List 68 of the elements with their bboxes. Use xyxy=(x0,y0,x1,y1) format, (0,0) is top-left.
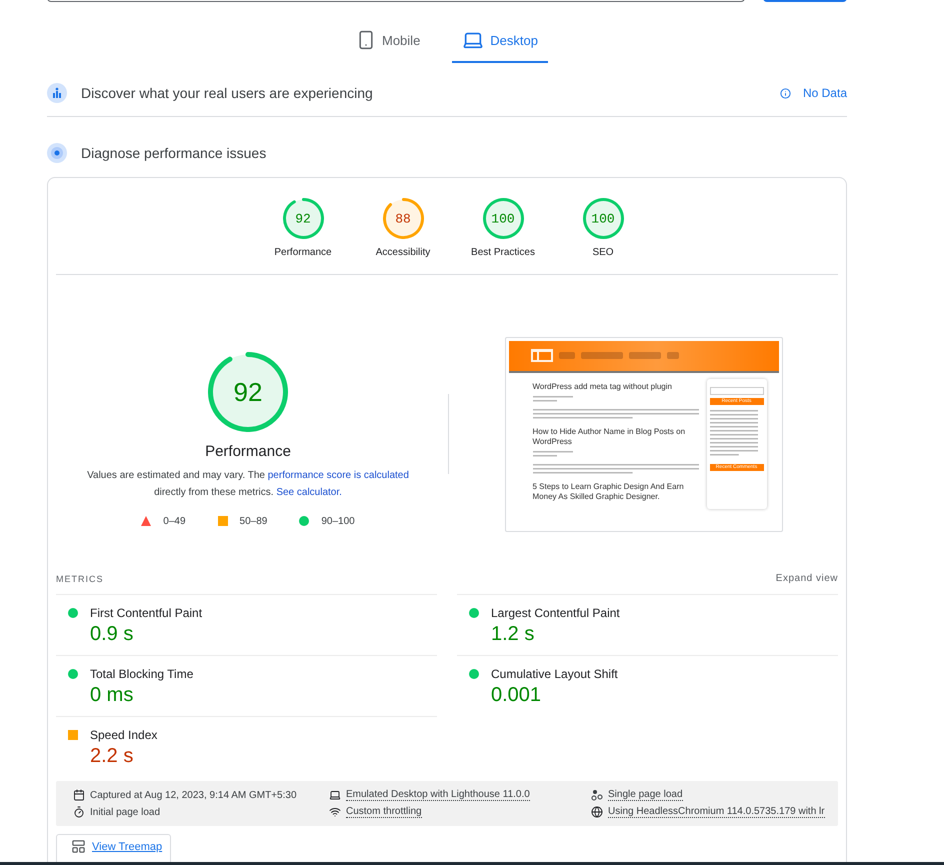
score-gauge xyxy=(482,198,524,239)
treemap-icon xyxy=(71,839,86,854)
metric-name: Speed Index xyxy=(90,728,158,742)
performance-title: Performance xyxy=(205,442,291,460)
metric-value: 0.001 xyxy=(491,684,542,707)
expand-view-button[interactable]: Expand view xyxy=(776,573,838,584)
score-number: 88 xyxy=(395,212,411,225)
runtime-text[interactable]: Single page load xyxy=(608,789,683,801)
metrics-heading: METRICS xyxy=(56,574,104,584)
timer-icon xyxy=(73,806,85,818)
users-chart-icon xyxy=(47,83,67,103)
score-number: 100 xyxy=(491,212,515,225)
category-label: Accessibility xyxy=(376,247,430,258)
score-calculation-link[interactable]: performance score is calculated xyxy=(268,470,409,480)
section-title: Discover what your real users are experiencing xyxy=(81,85,374,101)
calendar-icon xyxy=(73,789,85,801)
category-label: Best Practices xyxy=(471,247,535,258)
legend-range: 90–100 xyxy=(321,516,355,526)
dots-icon xyxy=(591,789,603,801)
circle-indicator-icon xyxy=(469,608,479,618)
section-title: Diagnose performance issues xyxy=(81,145,268,161)
score-number: 92 xyxy=(234,378,262,404)
triangle-indicator-icon xyxy=(141,516,152,526)
text-lines-drawing xyxy=(710,410,758,458)
score-note: Values are estimated and may vary. The performance score is calculated directly from these metrics. See calculator. xyxy=(86,468,410,500)
legend-range: 50–89 xyxy=(240,516,268,526)
logo-icon xyxy=(530,349,552,362)
calculator-link[interactable]: See calculator. xyxy=(276,486,342,498)
metric-name: Total Blocking Time xyxy=(90,667,194,681)
runtime-text[interactable]: Custom throttling xyxy=(346,806,422,818)
score-number: 100 xyxy=(591,212,615,225)
square-indicator-icon xyxy=(68,730,78,740)
laptop-icon xyxy=(329,789,341,801)
score-number: 92 xyxy=(295,212,311,225)
score-gauge xyxy=(282,198,324,239)
info-icon xyxy=(780,88,791,98)
metric-name: Largest Contentful Paint xyxy=(491,606,621,620)
score-gauge xyxy=(582,198,624,239)
globe-icon xyxy=(591,806,603,818)
view-treemap-button[interactable]: View Treemap xyxy=(56,834,172,865)
square-indicator-icon xyxy=(218,516,228,526)
radar-icon xyxy=(47,143,67,163)
metric-value: 2.2 s xyxy=(90,745,134,768)
circle-indicator-icon xyxy=(469,669,479,679)
metric-name: Cumulative Layout Shift xyxy=(491,667,619,681)
score-gauge xyxy=(382,198,424,239)
circle-indicator-icon xyxy=(299,516,310,526)
post-title: 5 Steps to Learn Graphic Design And Earn Money As Skilled Graphic Designer. xyxy=(532,482,685,502)
legend-range: 0–49 xyxy=(163,516,186,526)
circle-indicator-icon xyxy=(68,608,78,618)
runtime-text[interactable]: Using HeadlessChromium 114.0.5735.179 with lr xyxy=(608,806,825,818)
device-tab[interactable]: Desktop xyxy=(452,26,548,63)
text-lines-drawing xyxy=(532,396,572,404)
metric-value: 1.2 s xyxy=(491,623,536,646)
runtime-text[interactable]: Emulated Desktop with Lighthouse 11.0.0 xyxy=(346,789,530,801)
post-title: WordPress add meta tag without plugin xyxy=(532,382,673,392)
runtime-text: Initial page load xyxy=(90,806,160,818)
no-data-status: No Data xyxy=(780,86,847,100)
metric-name: First Contentful Paint xyxy=(90,606,204,620)
category-label: SEO xyxy=(592,247,614,258)
device-tab[interactable]: Mobile xyxy=(346,26,430,63)
metric-value: 0.9 s xyxy=(90,623,134,646)
text-lines-drawing xyxy=(532,450,572,458)
runtime-text: Captured at Aug 12, 2023, 9:14 AM GMT+5:30 xyxy=(90,790,297,800)
post-title: How to Hide Author Name in Blog Posts on WordPress xyxy=(532,426,686,446)
circle-indicator-icon xyxy=(68,669,78,679)
category-label: Performance xyxy=(274,247,332,258)
metric-value: 0 ms xyxy=(90,684,134,707)
